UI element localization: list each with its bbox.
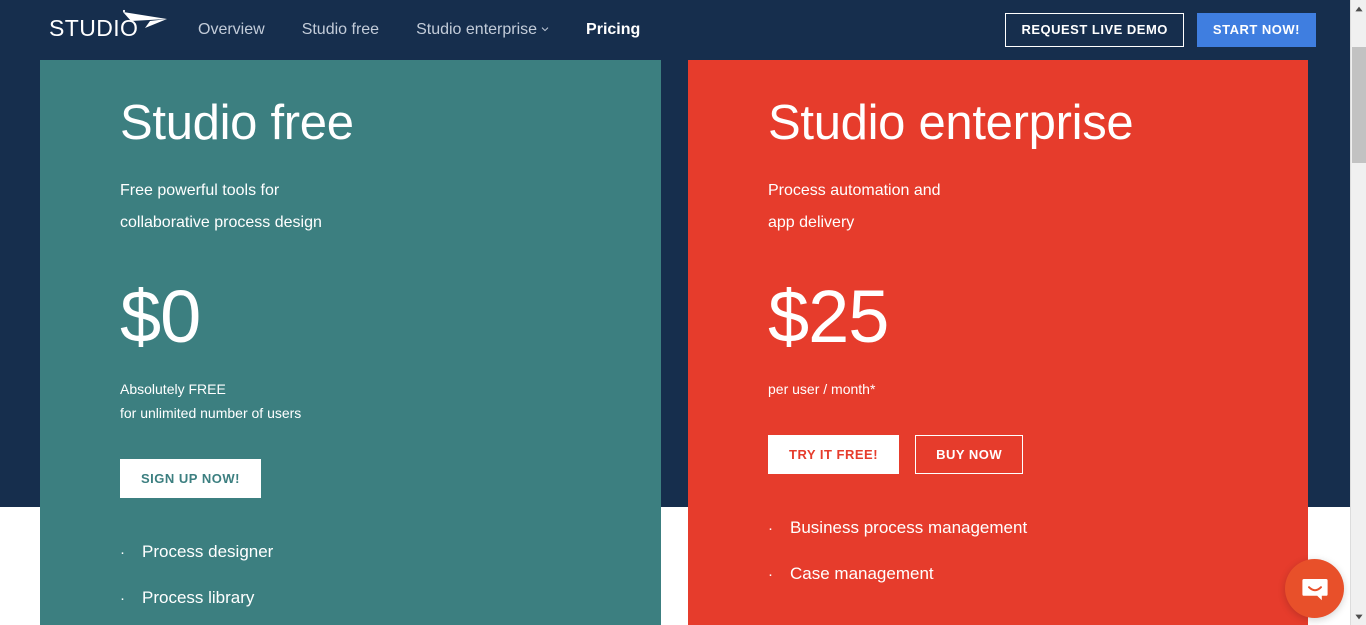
chat-smile-icon <box>1301 578 1328 600</box>
enterprise-plan-price-note: per user / month* <box>768 377 1256 401</box>
enterprise-plan-title: Studio enterprise <box>768 96 1134 150</box>
pricing-card-studio-enterprise: Studio enterprise Process automation and… <box>688 60 1308 625</box>
bullet-icon: · <box>120 544 125 562</box>
top-navigation-bar: STUDIO Overview Studio free Studio enter… <box>0 0 1350 60</box>
nav-link-pricing-label: Pricing <box>586 21 641 38</box>
nav-link-studio-enterprise-label: Studio enterprise <box>416 21 538 38</box>
free-plan-title: Studio free <box>120 96 354 150</box>
request-live-demo-button[interactable]: REQUEST LIVE DEMO <box>1005 13 1184 47</box>
buy-now-button[interactable]: BUY NOW <box>915 434 1024 475</box>
sign-up-now-button[interactable]: SIGN UP NOW! <box>120 458 261 499</box>
bullet-icon: · <box>768 520 773 538</box>
enterprise-plan-feature-list: · Business process management · Case man… <box>768 519 1256 582</box>
paper-plane-arrow-icon <box>122 9 167 28</box>
enterprise-feature-label: Case management <box>790 564 934 584</box>
enterprise-plan-price: $25 <box>768 274 889 358</box>
free-plan-buttons: SIGN UP NOW! <box>120 458 609 499</box>
nav-action-buttons: REQUEST LIVE DEMO START NOW! <box>1005 0 1316 60</box>
list-item: · Case management <box>768 565 1256 582</box>
nav-link-overview-label: Overview <box>198 21 265 38</box>
vertical-scrollbar[interactable] <box>1350 0 1366 625</box>
free-plan-price-note: Absolutely FREE for unlimited number of … <box>120 377 609 425</box>
chat-launcher-button[interactable] <box>1285 559 1344 618</box>
scroll-down-arrow-icon[interactable] <box>1351 608 1366 625</box>
bullet-icon: · <box>120 590 125 608</box>
scrollbar-thumb[interactable] <box>1352 47 1366 163</box>
page-root: STUDIO Overview Studio free Studio enter… <box>0 0 1366 625</box>
free-plan-note-line1: Absolutely FREE <box>120 380 226 397</box>
enterprise-plan-subtitle-line1: Process automation and <box>768 182 941 200</box>
try-it-free-button[interactable]: TRY IT FREE! <box>768 434 900 475</box>
enterprise-plan-subtitle: Process automation and app delivery <box>768 175 1256 238</box>
list-item: · Process library <box>120 589 609 606</box>
nav-link-studio-free-label: Studio free <box>301 21 380 38</box>
bullet-icon: · <box>768 566 773 584</box>
enterprise-plan-subtitle-line2: app delivery <box>768 214 855 232</box>
enterprise-plan-buttons: TRY IT FREE! BUY NOW <box>768 434 1256 475</box>
chevron-down-icon <box>541 27 549 32</box>
nav-link-pricing[interactable]: Pricing <box>586 22 640 38</box>
free-plan-subtitle: Free powerful tools for collaborative pr… <box>120 175 609 238</box>
list-item: · Business process management <box>768 519 1256 536</box>
free-plan-subtitle-line1: Free powerful tools for <box>120 182 280 200</box>
free-plan-feature-list: · Process designer · Process library <box>120 543 609 606</box>
free-plan-subtitle-line2: collaborative process design <box>120 214 322 232</box>
scroll-up-arrow-icon[interactable] <box>1351 0 1366 17</box>
site-logo[interactable]: STUDIO <box>49 9 167 40</box>
start-now-button[interactable]: START NOW! <box>1196 13 1316 47</box>
list-item: · Process designer <box>120 543 609 560</box>
nav-link-studio-enterprise[interactable]: Studio enterprise <box>416 22 549 38</box>
enterprise-plan-note-line1: per user / month* <box>768 380 876 397</box>
free-plan-note-line2: for unlimited number of users <box>120 404 302 421</box>
pricing-card-studio-free: Studio free Free powerful tools for coll… <box>40 60 661 625</box>
free-feature-label: Process designer <box>142 542 274 562</box>
free-plan-price: $0 <box>120 274 201 358</box>
nav-link-overview[interactable]: Overview <box>198 22 265 38</box>
free-feature-label: Process library <box>142 588 255 608</box>
nav-link-studio-free[interactable]: Studio free <box>302 22 379 38</box>
primary-nav-links: Overview Studio free Studio enterprise P… <box>198 0 640 60</box>
enterprise-feature-label: Business process management <box>790 518 1028 538</box>
